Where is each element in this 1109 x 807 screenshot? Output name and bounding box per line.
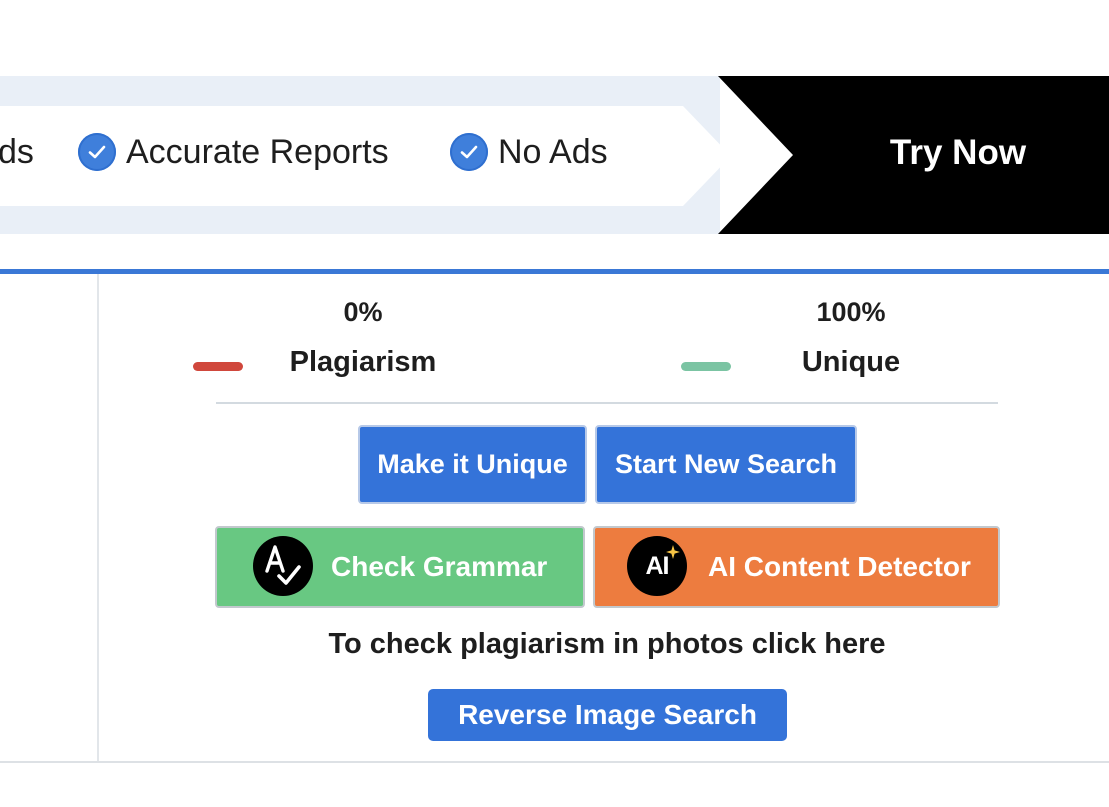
plagiarism-label: Plagiarism (289, 346, 437, 378)
check-grammar-button[interactable]: Check Grammar (215, 526, 585, 608)
panel-side-border (97, 274, 99, 762)
feature-item-accurate-reports: Accurate Reports (78, 132, 389, 172)
reverse-image-search-label: Reverse Image Search (458, 699, 757, 730)
unique-percent: 100% (816, 297, 886, 327)
start-new-search-label: Start New Search (614, 449, 838, 479)
ai-icon: AI (627, 536, 687, 596)
feature-item-no-ads: No Ads (450, 132, 608, 172)
stats-divider (216, 402, 998, 404)
panel-top-border (0, 269, 1109, 274)
check-circle-icon (450, 133, 488, 171)
promo-banner: ds Accurate Reports No Ads Try Now (0, 76, 1109, 234)
check-circle-icon (78, 133, 116, 171)
plagiarism-percent: 0% (343, 297, 383, 327)
grammar-icon (253, 536, 313, 596)
reverse-image-search-button[interactable]: Reverse Image Search (428, 689, 787, 741)
feature-label: No Ads (498, 132, 608, 171)
feature-label: ds (0, 132, 34, 171)
make-it-unique-button[interactable]: Make it Unique (358, 425, 587, 504)
panel-bottom-border (0, 761, 1109, 763)
feature-item-ads: ds (0, 132, 34, 172)
check-grammar-label: Check Grammar (331, 551, 548, 582)
make-it-unique-label: Make it Unique (377, 449, 568, 479)
ai-content-detector-button[interactable]: AI AI Content Detector (593, 526, 1000, 608)
feature-label: Accurate Reports (126, 132, 389, 171)
photo-plagiarism-prompt: To check plagiarism in photos click here (328, 628, 886, 660)
start-new-search-button[interactable]: Start New Search (595, 425, 857, 504)
ai-content-detector-label: AI Content Detector (708, 551, 971, 582)
plagiarism-legend-swatch (193, 362, 243, 371)
unique-legend-swatch (681, 362, 731, 371)
unique-label: Unique (801, 346, 901, 378)
try-now-button[interactable]: Try Now (858, 128, 1058, 178)
